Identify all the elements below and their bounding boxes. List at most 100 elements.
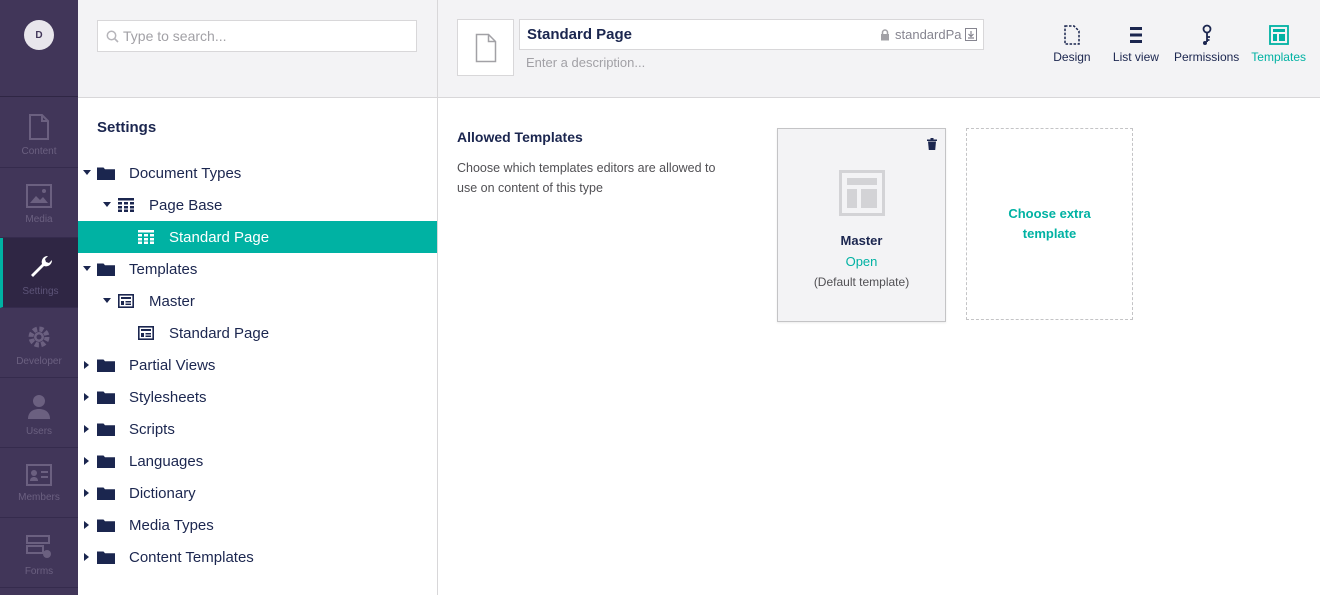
caret-down-icon[interactable] xyxy=(103,297,111,305)
app-list-view[interactable]: List view xyxy=(1110,24,1162,64)
tree-node-label: Standard Page xyxy=(169,228,270,246)
tree-node[interactable]: Master xyxy=(78,285,437,317)
tree-node-label: Scripts xyxy=(129,420,175,438)
folder-icon xyxy=(97,165,115,181)
tree-node-label: Master xyxy=(149,292,195,310)
folder-icon xyxy=(97,549,115,565)
section-rail: D Content Media Settings Developer Users… xyxy=(0,0,78,595)
tree-node-label: Standard Page xyxy=(169,324,270,342)
caret-down-icon[interactable] xyxy=(103,201,111,209)
trash-icon[interactable] xyxy=(927,138,937,150)
app-design[interactable]: Design xyxy=(1046,24,1098,64)
tree-node-label: Content Templates xyxy=(129,548,254,566)
folder-icon xyxy=(97,453,115,469)
app-label: Permissions xyxy=(1173,50,1240,64)
alias-value: standardPa xyxy=(895,27,962,42)
user-icon xyxy=(28,395,50,419)
folder-icon xyxy=(97,357,115,373)
caret-down-icon[interactable] xyxy=(83,265,91,273)
name-field[interactable]: Standard Page standardPa xyxy=(519,19,984,50)
document-outline-icon xyxy=(1064,25,1080,45)
caret-right-icon[interactable] xyxy=(83,521,91,529)
tree-node-label: Templates xyxy=(129,260,198,278)
section-label: Settings xyxy=(22,286,59,297)
tree-node[interactable]: Standard Page xyxy=(78,221,437,253)
tree-node[interactable]: Content Templates xyxy=(78,541,437,573)
tree-header xyxy=(78,0,437,98)
user-avatar[interactable]: D xyxy=(24,20,54,50)
tree-node-label: Document Types xyxy=(129,164,242,182)
tree-node[interactable]: Languages xyxy=(78,445,437,477)
caret-right-icon[interactable] xyxy=(83,457,91,465)
tree-node[interactable]: Dictionary xyxy=(78,477,437,509)
tree-node[interactable]: Document Types xyxy=(78,157,437,189)
tree-node[interactable]: Partial Views xyxy=(78,349,437,381)
tree-node[interactable]: Scripts xyxy=(78,413,437,445)
caret-right-icon[interactable] xyxy=(83,393,91,401)
tree-node-label: Dictionary xyxy=(129,484,196,502)
image-icon xyxy=(26,184,52,208)
app-permissions[interactable]: Permissions xyxy=(1174,24,1239,64)
document-type-icon xyxy=(117,197,135,213)
default-template-label: (Default template) xyxy=(813,275,910,289)
caret-right-icon[interactable] xyxy=(83,361,91,369)
gear-icon xyxy=(28,326,50,348)
template-name: Master xyxy=(840,233,883,248)
editor-header: Standard Page standardPa Enter a descrip… xyxy=(438,0,1320,98)
document-icon xyxy=(475,33,496,62)
search-input[interactable] xyxy=(123,28,403,44)
caret-right-icon[interactable] xyxy=(83,489,91,497)
tree-search xyxy=(97,20,417,52)
folder-icon xyxy=(97,389,115,405)
section-label: Users xyxy=(25,426,53,437)
tree-node-label: Page Base xyxy=(149,196,223,214)
app-templates[interactable]: Templates xyxy=(1251,24,1306,64)
property-label: Allowed Templates xyxy=(457,129,583,145)
document-type-icon xyxy=(137,229,155,245)
caret-down-icon[interactable] xyxy=(83,169,91,177)
id-card-icon xyxy=(26,464,52,486)
template-open-link[interactable]: Open xyxy=(778,254,945,269)
section-media[interactable]: Media xyxy=(0,168,78,238)
section-users[interactable]: Users xyxy=(0,378,78,448)
tree-node[interactable]: Page Base xyxy=(78,189,437,221)
section-label: Media xyxy=(25,214,53,225)
name-value: Standard Page xyxy=(527,26,633,43)
tree-node[interactable]: Standard Page xyxy=(78,317,437,349)
template-icon xyxy=(117,293,135,309)
tree-node[interactable]: Media Types xyxy=(78,509,437,541)
layout-icon xyxy=(1268,25,1289,45)
section-members[interactable]: Members xyxy=(0,448,78,518)
keychain-icon xyxy=(1202,24,1212,45)
section-settings[interactable]: Settings xyxy=(0,238,78,308)
property-description: Choose which templates editors are allow… xyxy=(457,161,716,195)
tree-title: Settings xyxy=(97,119,157,136)
section-forms[interactable]: Forms xyxy=(0,518,78,588)
caret-right-icon[interactable] xyxy=(83,425,91,433)
section-developer[interactable]: Developer xyxy=(0,308,78,378)
caret-right-icon[interactable] xyxy=(83,553,91,561)
wrench-icon xyxy=(30,255,52,277)
editor-apps: Design List view Permissions Templates xyxy=(1040,24,1320,64)
description-field[interactable]: Enter a description... xyxy=(526,55,645,70)
tree-node[interactable]: Templates xyxy=(78,253,437,285)
icon-picker-button[interactable] xyxy=(457,19,514,76)
search-icon xyxy=(106,30,119,43)
app-label: Design xyxy=(1053,50,1091,64)
editor-body: Allowed Templates Choose which templates… xyxy=(438,98,1320,595)
tree-node[interactable]: Stylesheets xyxy=(78,381,437,413)
choose-extra-template-button[interactable]: Choose extra template xyxy=(966,128,1133,320)
tree-node-label: Media Types xyxy=(129,516,214,534)
tree-panel: Settings Document Types Page Base Standard… xyxy=(78,0,438,595)
tree-node-label: Partial Views xyxy=(129,356,216,374)
template-card: Master Open (Default template) xyxy=(777,128,946,322)
user-area: D xyxy=(0,0,78,97)
alias-field[interactable]: standardPa xyxy=(880,27,977,42)
generate-alias-icon[interactable] xyxy=(965,28,977,41)
folder-icon xyxy=(97,261,115,277)
layout-icon xyxy=(839,170,885,216)
section-content[interactable]: Content xyxy=(0,98,78,168)
list-icon xyxy=(1129,27,1142,43)
folder-icon xyxy=(97,421,115,437)
editor-panel: Standard Page standardPa Enter a descrip… xyxy=(438,0,1320,595)
